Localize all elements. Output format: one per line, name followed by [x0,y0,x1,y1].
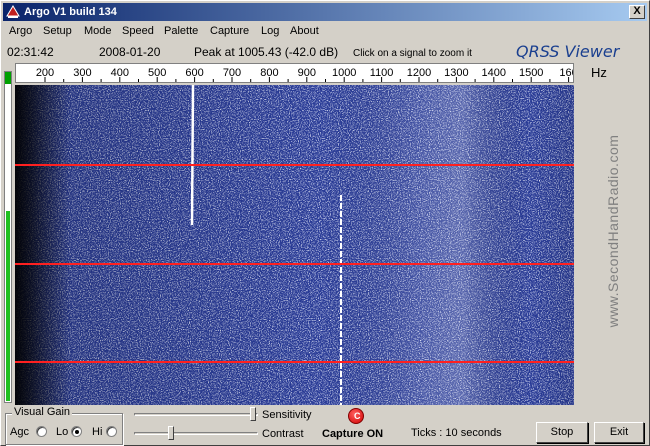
menu-argo[interactable]: Argo [9,25,32,37]
slider-track [134,432,258,435]
lo-label: Lo [56,426,69,438]
app-icon [6,5,20,18]
frequency-scale[interactable]: 200 300 400 500 600 700 800 900 1000 1100 1200 1300… [15,63,574,83]
ticks-readout: Ticks : 10 seconds [411,427,502,439]
side-brand: www.SecondHandRadio.com [593,85,633,405]
sensitivity-label: Sensitivity [262,409,312,421]
level-meter [4,71,12,403]
visual-gain-group: Visual Gain Agc Lo Hi [5,406,123,445]
close-icon: X [633,5,641,17]
frequency-tick-label: 160 [559,67,573,79]
menu-setup[interactable]: Setup [43,25,72,37]
exit-button[interactable]: Exit [594,422,644,443]
hi-label: Hi [92,426,103,438]
menu-log[interactable]: Log [261,25,279,37]
zoom-hint: Click on a signal to zoom it [353,48,472,59]
visual-gain-label: Visual Gain [12,406,73,418]
signal-trace-600hz [190,85,195,226]
close-button[interactable]: X [629,5,645,19]
contrast-label: Contrast [262,428,304,440]
level-meter-peak [5,72,11,84]
record-icon: C [348,408,364,424]
menu-palette[interactable]: Palette [164,25,198,37]
app-window: Argo V1 build 134 X Argo Setup Mode Spee… [0,0,650,446]
side-brand-text: www.SecondHandRadio.com [605,134,621,328]
window-title: Argo V1 build 134 [24,6,117,18]
slider-thumb[interactable] [250,407,256,421]
stop-button[interactable]: Stop [536,422,588,443]
agc-radio[interactable] [36,426,47,437]
slider-thumb[interactable] [168,426,174,440]
waterfall-canvas [15,85,574,405]
menu-bar: Argo Setup Mode Speed Palette Capture Lo… [3,23,647,41]
title-bar: Argo V1 build 134 X [3,3,647,21]
control-panel: Visual Gain Agc Lo Hi Sensitivity Contra… [1,405,650,446]
info-bar: 02:31:42 2008-01-20 Peak at 1005.43 (-42… [1,41,650,63]
waterfall-display[interactable] [15,85,574,405]
slider-track [134,413,258,416]
capture-status: Capture ON [322,428,384,440]
frequency-ticks: 200 300 400 500 600 700 800 900 1000 1100 1200 1300… [36,67,573,82]
hi-radio[interactable] [106,426,117,437]
menu-capture[interactable]: Capture [210,25,249,37]
brand-logo: QRSS Viewer [516,42,620,61]
menu-about[interactable]: About [290,25,319,37]
level-meter-fill [6,211,10,401]
menu-mode[interactable]: Mode [84,25,112,37]
sensitivity-slider[interactable] [134,407,258,423]
contrast-slider[interactable] [134,426,258,442]
clock-time: 02:31:42 [7,45,54,59]
clock-date: 2008-01-20 [99,45,161,59]
peak-readout: Peak at 1005.43 (-42.0 dB) [194,45,339,59]
hz-unit-label: Hz [591,65,607,80]
menu-speed[interactable]: Speed [122,25,154,37]
agc-label: Agc [10,426,29,438]
lo-radio[interactable] [71,426,82,437]
